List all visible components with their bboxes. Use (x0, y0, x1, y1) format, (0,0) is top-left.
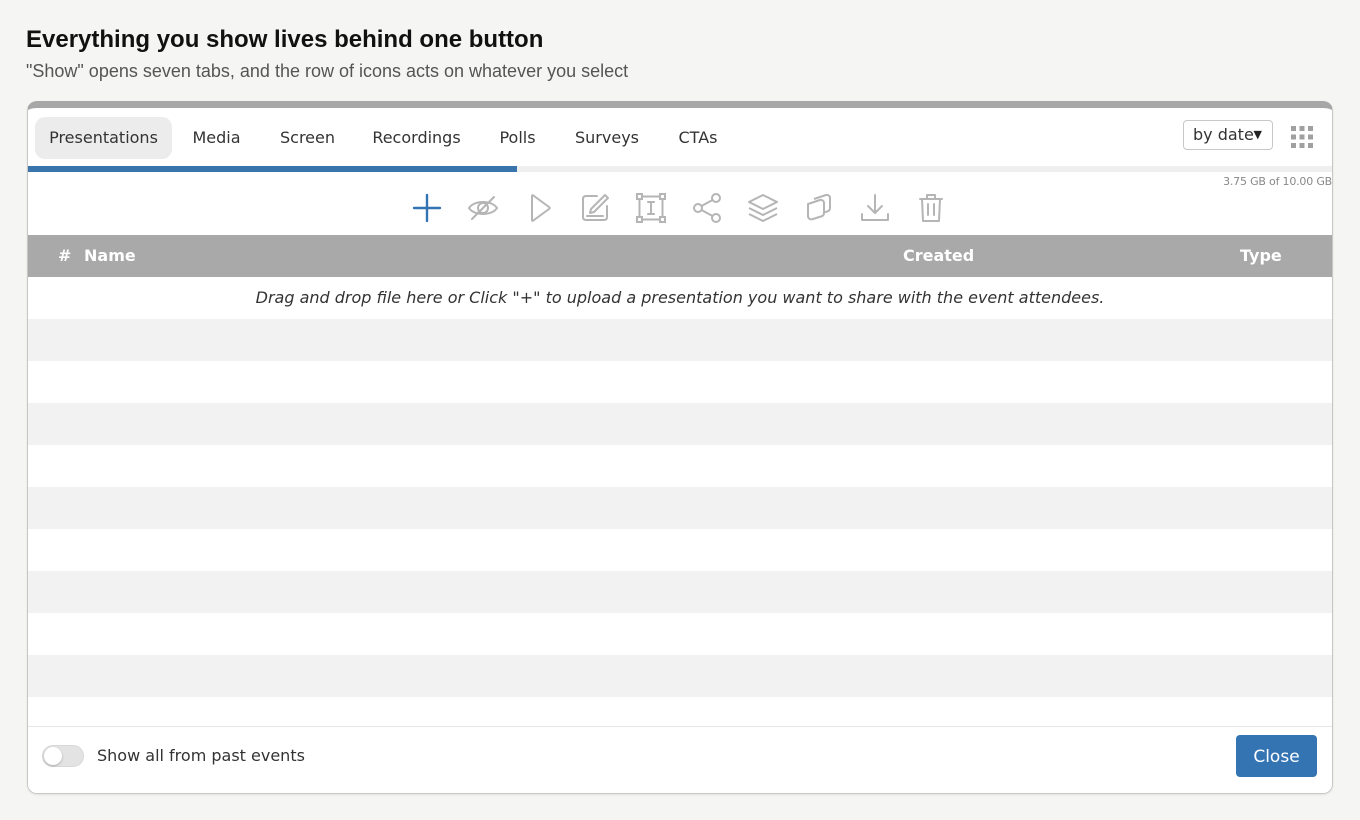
page-title: Everything you show lives behind one but… (26, 26, 544, 53)
plus-icon (412, 193, 442, 223)
empty-table-message: Drag and drop file here or Click "+" to … (255, 288, 1105, 307)
duplicate-button[interactable] (801, 190, 837, 226)
panel-footer: Show all from past events Close (28, 726, 1332, 793)
share-button[interactable] (689, 190, 725, 226)
resize-icon (636, 193, 666, 223)
layers-icon (748, 194, 778, 222)
edit-icon (582, 194, 609, 221)
sort-select[interactable]: by date ▼ (1183, 120, 1273, 150)
close-button[interactable]: Close (1236, 735, 1317, 777)
download-button[interactable] (857, 190, 893, 226)
edit-button[interactable] (577, 190, 613, 226)
add-button[interactable] (409, 190, 445, 226)
sort-select-value: by date (1193, 125, 1254, 144)
action-toolbar (28, 188, 1332, 228)
past-events-toggle-label: Show all from past events (97, 746, 305, 765)
hide-button[interactable] (465, 190, 501, 226)
tab-bar: Presentations Media Screen Recordings Po… (28, 108, 1332, 168)
duplicate-icon (807, 193, 831, 221)
resize-button[interactable] (633, 190, 669, 226)
share-icon (693, 193, 721, 223)
grid-icon (1291, 126, 1313, 148)
table-row (28, 319, 1332, 361)
past-events-toggle[interactable] (42, 745, 84, 767)
table-header: # Name Created Type (28, 235, 1332, 277)
table-row (28, 487, 1332, 529)
page-subtitle: "Show" opens seven tabs, and the row of … (26, 61, 629, 81)
tab-presentations[interactable]: Presentations (35, 117, 172, 159)
column-created[interactable]: Created (903, 235, 974, 277)
toggle-knob (44, 747, 62, 765)
play-icon (531, 194, 551, 222)
tab-surveys[interactable]: Surveys (565, 117, 649, 159)
column-type[interactable]: Type (1240, 235, 1282, 277)
eye-off-icon (467, 196, 499, 220)
table-row (28, 445, 1332, 487)
table-row (28, 529, 1332, 571)
table-body (28, 277, 1332, 739)
download-icon (861, 194, 889, 221)
grid-view-button[interactable] (1290, 125, 1314, 149)
tab-polls[interactable]: Polls (490, 117, 545, 159)
tab-recordings[interactable]: Recordings (363, 117, 470, 159)
delete-button[interactable] (913, 190, 949, 226)
tab-progress-track (28, 166, 1332, 172)
chevron-down-icon: ▼ (1253, 128, 1262, 141)
table-row (28, 655, 1332, 697)
page-header: Everything you show lives behind one but… (26, 24, 628, 86)
trash-icon (919, 194, 943, 222)
column-number[interactable]: # (58, 235, 71, 277)
layers-button[interactable] (745, 190, 781, 226)
column-name[interactable]: Name (84, 235, 136, 277)
play-button[interactable] (521, 190, 557, 226)
storage-usage: 3.75 GB of 10.00 GB (1223, 175, 1332, 188)
show-panel: Presentations Media Screen Recordings Po… (27, 101, 1333, 794)
tab-media[interactable]: Media (183, 117, 250, 159)
tab-screen[interactable]: Screen (273, 117, 342, 159)
table-row (28, 403, 1332, 445)
table-row (28, 361, 1332, 403)
table-row (28, 571, 1332, 613)
table-row (28, 613, 1332, 655)
tab-progress-fill (28, 166, 517, 172)
tab-ctas[interactable]: CTAs (668, 117, 728, 159)
